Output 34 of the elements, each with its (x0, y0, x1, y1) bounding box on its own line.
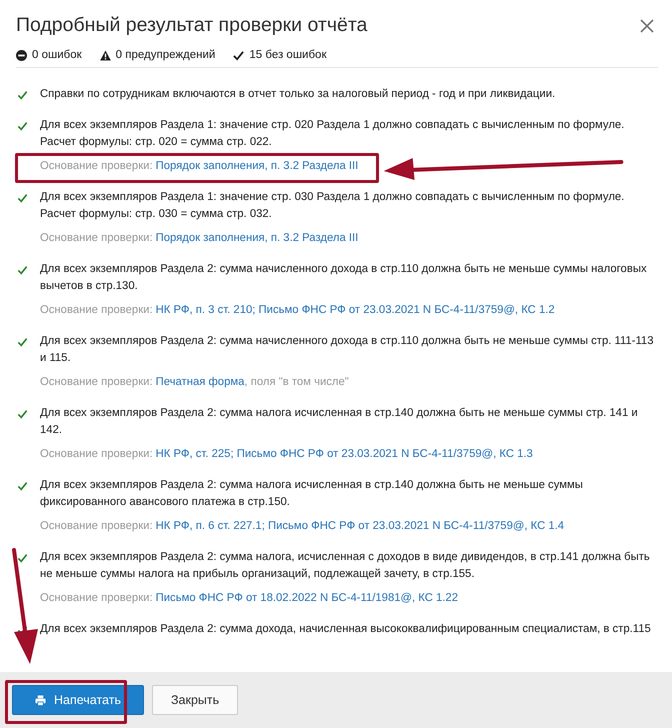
basis-link[interactable]: Порядок заполнения, п. 3.2 Раздела III (156, 232, 358, 244)
basis-link[interactable]: НК РФ, п. 3 ст. 210; Письмо ФНС РФ от 23.03.2021 N БС-4-11/3759@, КС 1.2 (156, 304, 555, 316)
basis-link[interactable]: Порядок заполнения, п. 3.2 Раздела III (156, 160, 358, 172)
printer-icon (35, 694, 46, 706)
check-description: Для всех экземпляров Раздела 2: сумма начисленного дохода в стр.110 должна быть не меньше суммы налоговых вычетов в стр.130. (40, 262, 648, 294)
dialog-title: Подробный результат проверки отчёта (16, 14, 368, 37)
check-description: Для всех экземпляров Раздела 2: сумма налога исчисленная в стр.140 должна быть не меньше суммы стр. 141 и 142. (40, 406, 639, 438)
basis-label: Основание проверки: (40, 520, 153, 532)
summary-count: 0 ошибок (32, 49, 82, 61)
print-button[interactable]: Напечатать (12, 685, 144, 715)
check-description: Для всех экземпляров Раздела 1: значение стр. 020 Раздела 1 должно совпадать с вычисленным по формуле. Расчет формулы: стр. 020 = сумма стр. 022. (40, 118, 626, 150)
basis-link[interactable]: Печатная форма (156, 376, 244, 388)
check-description: Для всех экземпляров Раздела 2: сумма начисленного дохода в стр.110 должна быть не меньше суммы стр. 111-113 и 115. (40, 334, 654, 366)
close-icon[interactable] (640, 18, 654, 32)
check-description: Справки по сотрудникам включаются в отчет только за налоговый период - год и при ликвидации. (40, 87, 556, 102)
check-description: Для всех экземпляров Раздела 2: сумма дохода, начисленная высококвалифицированным специалистам, в стр.115 (40, 622, 651, 637)
warning-icon (100, 50, 111, 60)
basis-label: Основание проверки: (40, 232, 153, 244)
check-description: Для всех экземпляров Раздела 2: сумма налога исчисленная в стр.140 должна быть не меньше суммы фиксированного авансового платежа в стр.150. (40, 478, 584, 510)
minus-circle-icon (16, 50, 27, 60)
basis-label: Основание проверки: (40, 448, 153, 460)
basis-label: Основание проверки: (40, 304, 153, 316)
basis-link[interactable]: НК РФ, п. 6 ст. 227.1; Письмо ФНС РФ от 23.03.2021 N БС-4-11/3759@, КС 1.4 (156, 520, 564, 532)
basis-label: Основание проверки: (40, 160, 153, 172)
basis-label: Основание проверки: (40, 376, 153, 388)
close-button[interactable]: Закрыть (152, 685, 238, 715)
check-description: Для всех экземпляров Раздела 2: сумма налога, исчисленная с доходов в виде дивидендов, в стр.141 должна быть не меньше суммы налога на прибыль организаций, подлежащей зачету, в стр.155. (40, 550, 651, 582)
check-description: Для всех экземпляров Раздела 1: значение стр. 030 Раздела 1 должно совпадать с вычисленным по формуле. Расчет формулы: стр. 030 = сумма стр. 032. (40, 190, 626, 222)
basis-note: , поля "в том числе" (244, 376, 349, 388)
summary-count: 15 без ошибок (249, 49, 326, 61)
basis-label: Основание проверки: (40, 592, 153, 604)
summary-count: 0 предупреждений (116, 49, 216, 61)
basis-link[interactable]: НК РФ, ст. 225; Письмо ФНС РФ от 23.03.2021 N БС-4-11/3759@, КС 1.3 (156, 448, 533, 460)
basis-link[interactable]: Письмо ФНС РФ от 18.02.2022 N БС-4-11/1981@, КС 1.22 (156, 592, 458, 604)
